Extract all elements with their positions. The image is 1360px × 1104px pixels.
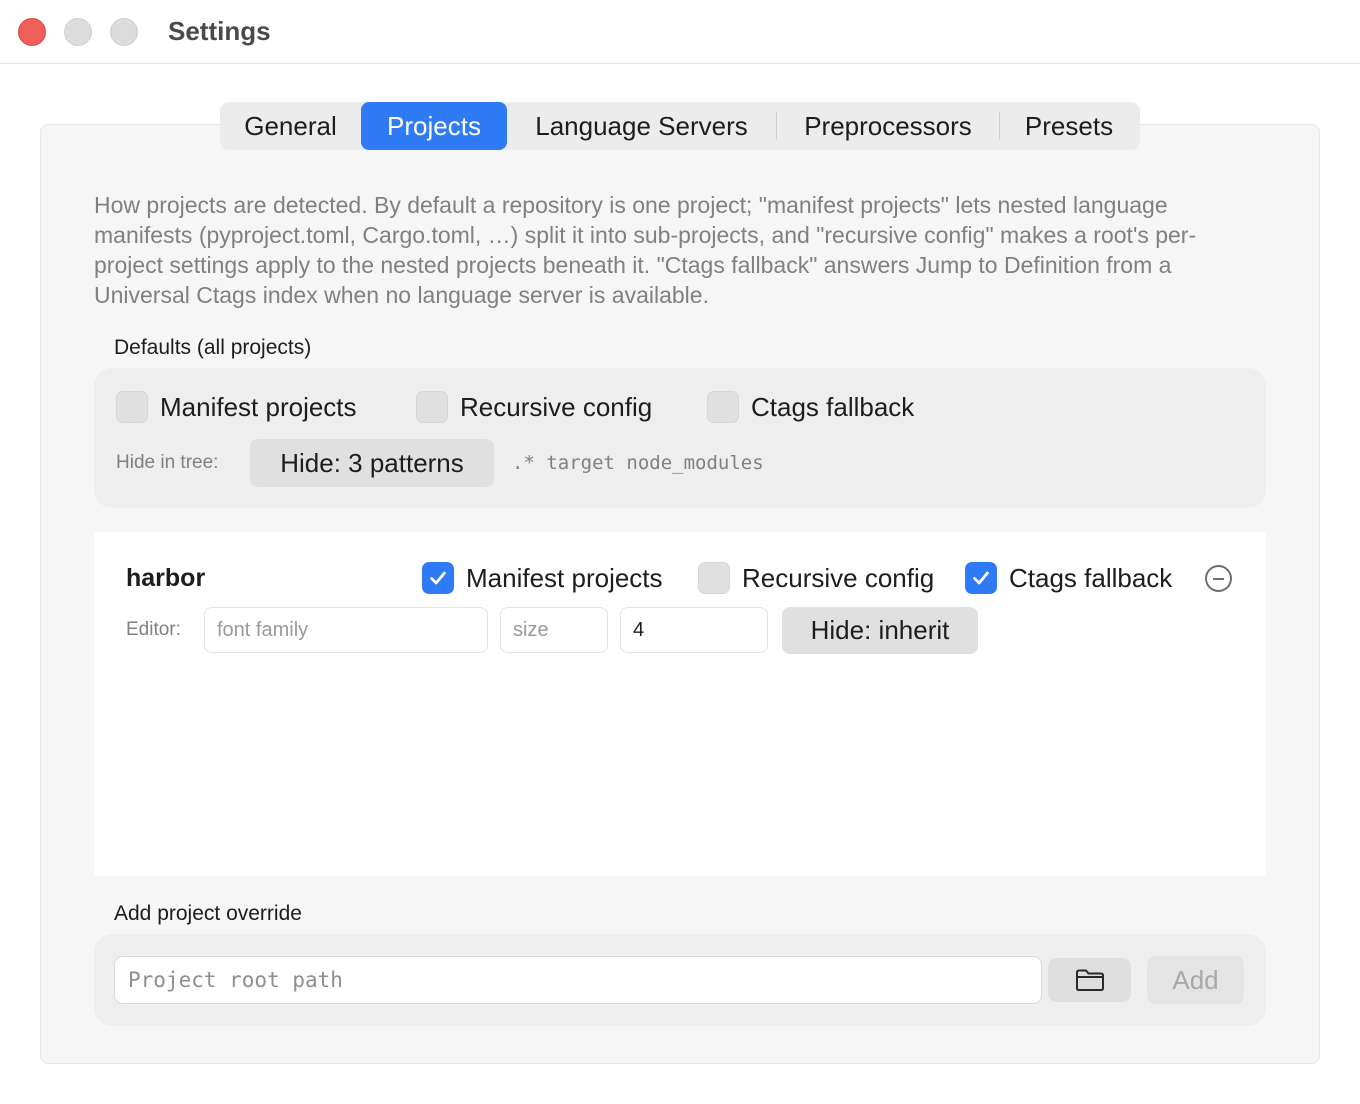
hide-in-tree-label: Hide in tree: [116, 452, 219, 473]
add-override-heading: Add project override [114, 902, 302, 925]
tab-general[interactable]: General [220, 102, 361, 150]
checkbox-label: Manifest projects [160, 391, 357, 422]
checkbox-label: Ctags fallback [751, 391, 915, 422]
project-recursive-config-option[interactable]: Recursive config [698, 562, 934, 594]
project-name: harbor [126, 564, 206, 592]
project-manifest-projects-option[interactable]: Manifest projects [422, 562, 663, 594]
project-recursive-config-checkbox[interactable] [698, 562, 730, 594]
add-override-button[interactable]: Add [1147, 956, 1244, 1004]
defaults-recursive-config-option[interactable]: Recursive config [416, 391, 652, 423]
project-ctags-fallback-checkbox[interactable] [965, 562, 997, 594]
zoom-window-button[interactable] [110, 18, 138, 46]
defaults-heading: Defaults (all projects) [114, 336, 312, 359]
defaults-manifest-projects-checkbox[interactable] [116, 391, 148, 423]
hide-patterns-list: .* target node_modules [512, 452, 764, 474]
tab-projects[interactable]: Projects [361, 102, 507, 150]
hide-patterns-button[interactable]: Hide: 3 patterns [250, 439, 494, 487]
checkmark-icon [430, 571, 446, 585]
tab-width-input[interactable] [620, 607, 768, 653]
projects-description: How projects are detected. By default a … [94, 192, 1197, 308]
editor-label: Editor: [126, 619, 181, 640]
browse-folder-button[interactable] [1048, 958, 1131, 1002]
font-size-input[interactable] [500, 607, 608, 653]
defaults-box [94, 368, 1266, 508]
close-window-button[interactable] [18, 18, 46, 46]
defaults-ctags-fallback-checkbox[interactable] [707, 391, 739, 423]
project-hide-button[interactable]: Hide: inherit [782, 607, 978, 654]
defaults-manifest-projects-option[interactable]: Manifest projects [116, 391, 357, 423]
tab-language-servers[interactable]: Language Servers [507, 102, 776, 150]
folder-icon [1075, 969, 1104, 991]
tab-presets[interactable]: Presets [1000, 102, 1138, 150]
project-ctags-fallback-option[interactable]: Ctags fallback [965, 562, 1172, 594]
checkbox-label: Manifest projects [466, 562, 663, 593]
window-title: Settings [168, 16, 271, 46]
checkbox-label: Ctags fallback [1009, 562, 1173, 593]
font-family-input[interactable] [204, 607, 488, 653]
title-bar: Settings [0, 0, 1360, 64]
tab-preprocessors[interactable]: Preprocessors [777, 102, 999, 150]
minus-circle-icon[interactable] [1205, 565, 1232, 592]
checkbox-label: Recursive config [460, 391, 653, 422]
defaults-recursive-config-checkbox[interactable] [416, 391, 448, 423]
checkmark-icon [973, 571, 989, 585]
project-manifest-projects-checkbox[interactable] [422, 562, 454, 594]
checkbox-label: Recursive config [742, 562, 935, 593]
project-root-path-input[interactable] [114, 956, 1042, 1004]
minimize-window-button[interactable] [64, 18, 92, 46]
defaults-ctags-fallback-option[interactable]: Ctags fallback [707, 391, 914, 423]
tab-bar: General Projects Language Servers Prepro… [220, 102, 1140, 150]
